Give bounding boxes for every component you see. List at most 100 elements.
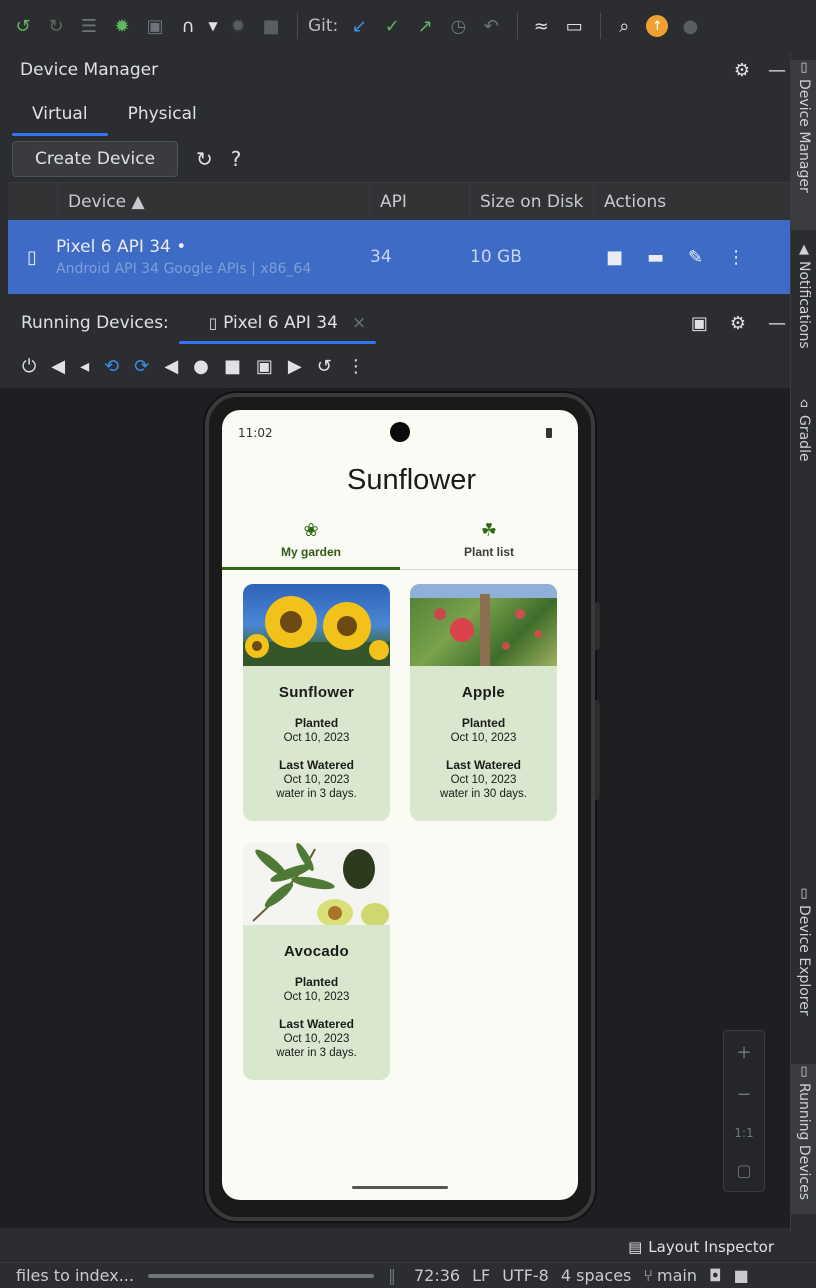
search-icon[interactable]: ⌕ [609,11,639,41]
water-next: water in 3 days. [276,1047,357,1059]
device-subtitle: Android API 34 Google APIs | x86_64 [56,261,312,277]
app-tabs: ❀ My garden ☘ Plant list [222,510,578,570]
notifications-icon[interactable]: ■ [734,1266,749,1285]
history-icon[interactable]: ◷ [443,11,473,41]
back-icon[interactable]: ◀ [164,356,178,377]
attach-icon[interactable]: ▣ [140,11,170,41]
power-icon[interactable]: ⏻ [22,356,36,377]
volume-up-icon[interactable]: ◀ [51,356,65,377]
column-api[interactable]: API [370,182,470,221]
snapshot-icon[interactable]: ↺ [317,356,332,377]
debug-icon[interactable]: ✹ [107,11,137,41]
zoom-actual-button[interactable]: 1:1 [734,1126,753,1140]
planted-date: Oct 10, 2023 [283,732,350,744]
close-icon[interactable]: × [352,313,366,333]
edit-icon[interactable]: ✎ [688,247,703,268]
camera-icon[interactable]: ▣ [256,356,273,377]
plant-card-sunflower[interactable]: Sunflower Planted Oct 10, 2023 Last Wate… [243,584,390,821]
more-icon[interactable]: ⋮ [347,356,365,377]
flower-icon: ❀ [303,520,319,541]
stop-device-icon[interactable]: ■ [606,247,623,268]
minimize-icon[interactable]: — [768,313,786,334]
lock-icon[interactable]: ◘ [709,1266,722,1285]
minimize-icon[interactable]: — [768,60,786,81]
planted-label: Planted [461,716,506,730]
tab-pixel-6[interactable]: ▯ Pixel 6 API 34 × [178,300,377,346]
file-encoding[interactable]: UTF-8 [502,1266,549,1285]
caret-position[interactable]: 72:36 [414,1266,460,1285]
chevron-down-icon[interactable]: ▼ [206,11,220,41]
planted-label: Planted [294,975,339,989]
git-branch-icon: ⑂ [643,1266,653,1285]
indexing-status[interactable]: files to index... [16,1266,134,1285]
watered-date: Oct 10, 2023 [450,774,517,786]
tab-virtual[interactable]: Virtual [12,104,108,136]
phone-screen[interactable]: 11:02 Sunflower ❀ My garden ☘ Plant list [222,410,578,1200]
tool-tab-device-explorer[interactable]: ▯ Device Explorer [791,886,816,1016]
account-icon[interactable]: ● [675,11,705,41]
zoom-in-button[interactable]: + [736,1042,751,1063]
plant-card-avocado[interactable]: Avocado Planted Oct 10, 2023 Last Watere… [243,843,390,1080]
volume-down-icon[interactable]: ◂ [80,356,89,377]
sync-icon[interactable]: ↺ [8,11,38,41]
tab-physical[interactable]: Physical [108,104,217,136]
tool-tab-gradle[interactable]: ⌂ Gradle [791,396,816,462]
rotate-left-icon[interactable]: ⟲ [104,356,119,377]
tool-tab-device-manager[interactable]: ▯ Device Manager [791,60,816,230]
column-size[interactable]: Size on Disk [470,182,594,221]
emulator-controls: ⏻ ◀ ◂ ⟲ ⟳ ◀ ● ■ ▣ ▶ ↺ ⋮ [8,346,790,386]
update-icon[interactable]: ↑ [642,11,672,41]
tool-tab-running-devices[interactable]: ▯ Running Devices [791,1064,816,1214]
record-icon[interactable]: ▶ [288,356,302,377]
window-icon[interactable]: ▣ [691,313,708,334]
device-manager-tabs: Virtual Physical [8,88,790,136]
gear-icon[interactable]: ⚙ [734,60,750,81]
right-tool-strip: ▯ Device Manager ▲ Notifications ⌂ Gradl… [790,52,816,1236]
ai-icon[interactable]: ≈ [526,11,556,41]
device-mirror-icon[interactable]: ▭ [559,11,589,41]
tab-my-garden[interactable]: ❀ My garden [222,510,400,570]
git-push-icon[interactable]: ↗ [410,11,440,41]
status-time: 11:02 [238,426,273,440]
more-icon[interactable]: ⋮ [727,247,745,268]
overview-icon[interactable]: ■ [224,356,241,377]
gesture-bar[interactable] [352,1186,448,1189]
fit-screen-icon[interactable]: ▢ [736,1161,751,1180]
git-label: Git: [308,16,339,36]
tab-plant-list[interactable]: ☘ Plant list [400,510,578,569]
device-row[interactable]: ▯ Pixel 6 API 34 • Android API 34 Google… [8,220,790,294]
home-icon[interactable]: ● [193,356,209,377]
folder-icon[interactable]: ▬ [647,247,664,268]
line-ending[interactable]: LF [472,1266,490,1285]
rerun-icon[interactable]: ↻ [41,11,71,41]
rollback-icon[interactable]: ↶ [476,11,506,41]
tab-label: Plant list [463,545,514,559]
layout-inspector-bar: ▤ Layout Inspector [0,1232,792,1262]
rotate-right-icon[interactable]: ⟳ [134,356,149,377]
git-branch[interactable]: main [657,1266,697,1285]
layout-inspector-icon: ▤ [628,1238,643,1256]
plant-card-apple[interactable]: Apple Planted Oct 10, 2023 Last Watered … [410,584,557,821]
column-device[interactable]: Device ▲ [58,182,370,221]
profile-icon[interactable]: ∩ [173,11,203,41]
tool-tab-notifications[interactable]: ▲ Notifications [791,242,816,349]
help-button[interactable]: ? [231,147,242,171]
tool-tab-label: Notifications [796,261,812,349]
tool-tab-label: Device Explorer [796,905,812,1016]
watered-date: Oct 10, 2023 [283,1033,350,1045]
layout-inspector-button[interactable]: Layout Inspector [648,1238,774,1256]
create-device-button[interactable]: Create Device [12,141,179,177]
battery-icon [546,428,552,438]
column-blank [8,182,58,221]
zoom-out-button[interactable]: − [736,1084,751,1105]
gear-icon[interactable]: ⚙ [730,313,746,334]
stop-icon[interactable]: ■ [256,11,286,41]
app-title: Sunflower [347,464,476,496]
git-update-icon[interactable]: ↙ [344,11,374,41]
indent-setting[interactable]: 4 spaces [561,1266,632,1285]
refresh-icon[interactable]: ↻ [196,147,213,171]
pause-icon[interactable]: ‖ [388,1266,396,1285]
device-table-header: Device ▲ API Size on Disk Actions [8,182,790,221]
git-commit-icon[interactable]: ✓ [377,11,407,41]
list-icon[interactable]: ☰ [74,11,104,41]
